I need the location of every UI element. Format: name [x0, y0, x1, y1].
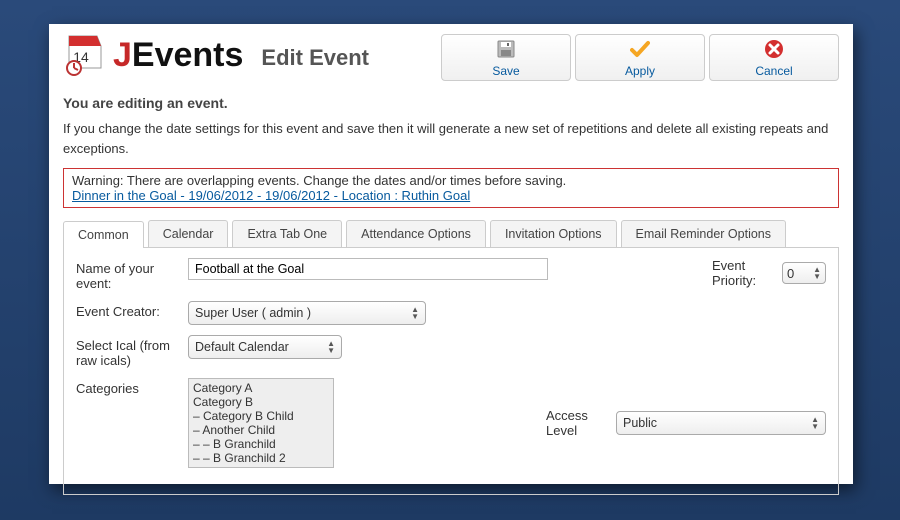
warning-text: Warning: There are overlapping events. C… — [72, 173, 830, 188]
chevron-updown-icon: ▲▼ — [327, 340, 335, 354]
ical-label: Select Ical (from raw icals) — [76, 335, 188, 368]
tabs: Common Calendar Extra Tab One Attendance… — [63, 220, 839, 248]
categories-listbox[interactable]: Category A Category B – Category B Child… — [188, 378, 334, 468]
toolbar: Save Apply Cancel — [441, 34, 839, 81]
event-creator-label: Event Creator: — [76, 301, 188, 319]
list-item[interactable]: Category A — [193, 381, 329, 395]
access-level-select[interactable]: Public ▲▼ — [616, 411, 826, 435]
check-icon — [584, 39, 696, 59]
apply-button[interactable]: Apply — [575, 34, 705, 81]
tab-attendance-options[interactable]: Attendance Options — [346, 220, 486, 247]
list-item[interactable]: – – B Granchild 2 — [193, 451, 329, 465]
brand: 14 JEvents — [63, 34, 243, 76]
stepper-arrows-icon: ▲▼ — [813, 266, 821, 280]
header-row: 14 JEvents Edit Event Save — [63, 34, 839, 81]
editing-paragraph: If you change the date settings for this… — [63, 119, 839, 158]
tab-email-reminder-options[interactable]: Email Reminder Options — [621, 220, 786, 247]
close-icon — [718, 39, 830, 59]
warning-box: Warning: There are overlapping events. C… — [63, 168, 839, 208]
list-item[interactable]: Category B — [193, 395, 329, 409]
event-name-label: Name of your event: — [76, 258, 188, 291]
categories-label: Categories — [76, 378, 188, 396]
ical-select[interactable]: Default Calendar ▲▼ — [188, 335, 342, 359]
chevron-updown-icon: ▲▼ — [811, 416, 819, 430]
event-priority-label: Event Priority: — [712, 258, 772, 288]
event-creator-select[interactable]: Super User ( admin ) ▲▼ — [188, 301, 426, 325]
tab-calendar[interactable]: Calendar — [148, 220, 229, 247]
event-name-input[interactable] — [188, 258, 548, 280]
chevron-updown-icon: ▲▼ — [411, 306, 419, 320]
page-title: Edit Event — [261, 45, 369, 71]
tab-common[interactable]: Common — [63, 221, 144, 248]
access-level-label: Access Level — [546, 408, 606, 438]
warning-link[interactable]: Dinner in the Goal - 19/06/2012 - 19/06/… — [72, 188, 470, 203]
list-item[interactable]: – Another Child — [193, 423, 329, 437]
calendar-icon: 14 — [63, 34, 105, 76]
list-item[interactable]: – – B Granchild — [193, 437, 329, 451]
form-area: Name of your event: Event Priority: 0 ▲▼… — [63, 248, 839, 495]
save-icon — [450, 39, 562, 59]
tab-extra-tab-one[interactable]: Extra Tab One — [232, 220, 342, 247]
brand-text: JEvents — [113, 36, 243, 75]
edit-event-panel: 14 JEvents Edit Event Save — [49, 24, 853, 484]
tab-invitation-options[interactable]: Invitation Options — [490, 220, 617, 247]
cancel-button[interactable]: Cancel — [709, 34, 839, 81]
event-priority-stepper[interactable]: 0 ▲▼ — [782, 262, 826, 284]
list-item[interactable]: – Category B Child — [193, 409, 329, 423]
editing-subhead: You are editing an event. — [63, 95, 839, 111]
save-button[interactable]: Save — [441, 34, 571, 81]
